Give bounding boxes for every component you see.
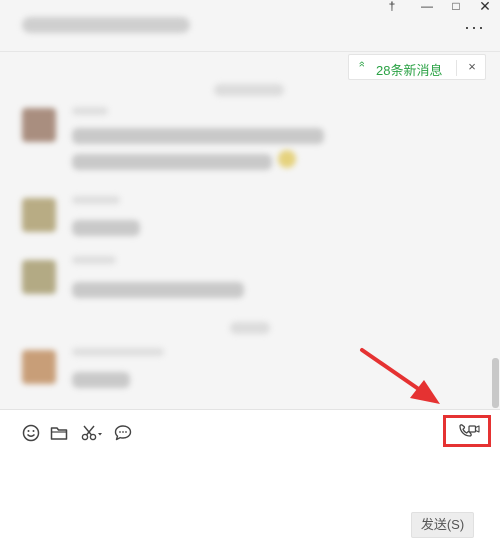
timestamp-blurred	[230, 322, 270, 334]
message-bubble-blurred[interactable]	[72, 128, 324, 144]
folder-icon[interactable]	[48, 422, 70, 444]
more-options-icon[interactable]: ···	[464, 18, 485, 36]
close-icon[interactable]: ✕	[470, 0, 500, 14]
chat-scrollbar[interactable]	[492, 358, 499, 408]
send-button[interactable]: 发送(S)	[411, 512, 474, 538]
new-messages-banner[interactable]: » 28条新消息 ×	[348, 54, 486, 80]
sender-name-blurred	[72, 256, 116, 264]
new-messages-label: 28条新消息	[376, 63, 443, 78]
maximize-icon[interactable]: □	[441, 0, 471, 14]
emoji-icon[interactable]	[20, 422, 42, 444]
sender-name-blurred	[72, 196, 120, 204]
message-bubble-blurred[interactable]	[72, 282, 244, 298]
avatar[interactable]	[22, 350, 56, 384]
minimize-icon[interactable]: —	[412, 0, 442, 14]
sender-name-blurred	[72, 348, 164, 356]
video-call-icon	[459, 424, 480, 437]
message-bubble-blurred[interactable]	[72, 154, 272, 170]
timestamp-blurred	[214, 84, 284, 96]
avatar[interactable]	[22, 198, 56, 232]
divider	[456, 60, 457, 76]
sender-name-blurred	[72, 107, 108, 115]
emoji-blurred	[278, 150, 296, 168]
avatar[interactable]	[22, 260, 56, 294]
video-call-button[interactable]	[443, 415, 491, 447]
input-toolbar	[0, 409, 500, 453]
avatar[interactable]	[22, 108, 56, 142]
chat-header: † — □ ✕ ···	[0, 0, 500, 52]
dismiss-banner-icon[interactable]: ×	[464, 59, 480, 74]
scissors-icon[interactable]	[79, 422, 103, 444]
chat-bubble-icon[interactable]	[112, 422, 134, 444]
message-bubble-blurred[interactable]	[72, 372, 130, 388]
pin-icon[interactable]: †	[377, 0, 407, 14]
annotation-arrow	[360, 348, 440, 404]
message-bubble-blurred[interactable]	[72, 220, 140, 236]
chat-title-blurred	[22, 17, 190, 33]
double-chevron-up-icon: »	[356, 60, 369, 68]
